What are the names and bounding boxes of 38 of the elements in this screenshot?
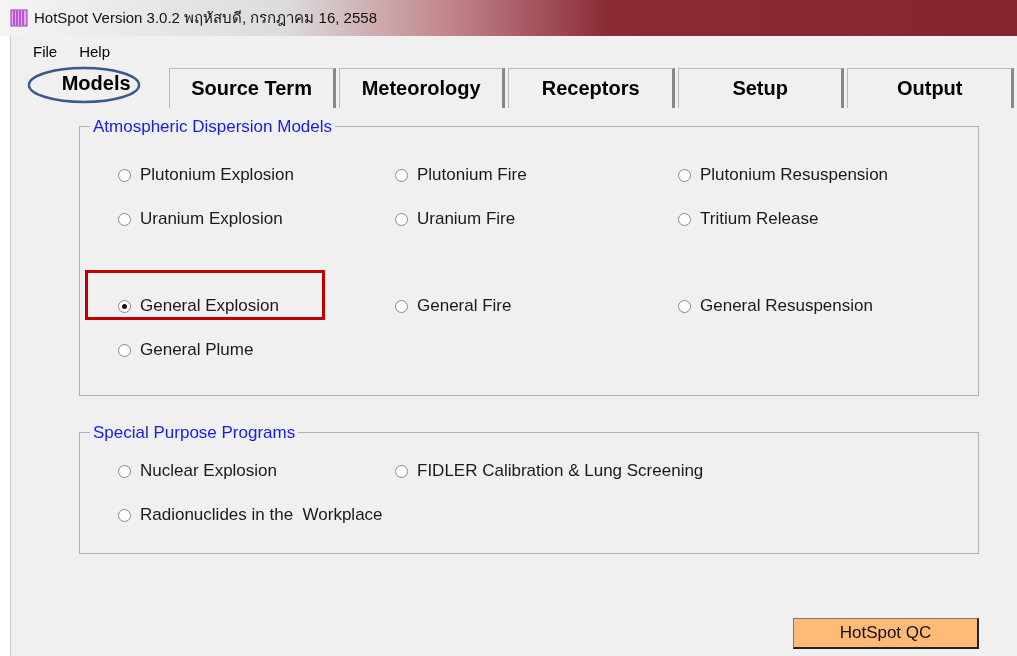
radio-label[interactable]: Plutonium Resuspension xyxy=(700,165,889,185)
radio-button[interactable] xyxy=(118,168,131,182)
radio-label[interactable]: Plutonium Fire xyxy=(417,165,527,185)
radio-label[interactable]: Tritium Release xyxy=(700,209,819,229)
radio-button[interactable] xyxy=(678,299,691,313)
radio-label[interactable]: General Plume xyxy=(140,340,254,360)
window-title: HotSpot Version 3.0.2 พฤหัสบดี, กรกฎาคม 16, 2558 xyxy=(34,8,377,28)
radio-label[interactable]: General Fire xyxy=(417,296,512,316)
radio-label[interactable]: Plutonium Explosion xyxy=(140,165,295,185)
radio-button[interactable] xyxy=(395,464,408,478)
radio-button[interactable] xyxy=(118,343,131,357)
tab[interactable]: Meteorology xyxy=(338,68,506,108)
radio-button[interactable] xyxy=(118,464,131,478)
radio-label[interactable]: Uranium Explosion xyxy=(140,209,283,229)
radio-label[interactable]: General Explosion xyxy=(140,296,279,316)
radio-label[interactable]: Uranium Fire xyxy=(417,209,516,229)
radio-label[interactable]: FIDLER Calibration & Lung Screening xyxy=(417,461,704,481)
radio-label[interactable]: General Resuspension xyxy=(700,296,873,316)
radio-button[interactable] xyxy=(118,212,131,226)
radio-button[interactable] xyxy=(395,299,408,313)
radio-button[interactable] xyxy=(678,168,691,182)
radio-button[interactable] xyxy=(118,508,131,522)
radio-button[interactable] xyxy=(395,168,408,182)
hotspot-qc-button[interactable]: HotSpot QC xyxy=(793,618,979,649)
menu-item[interactable]: File xyxy=(33,43,58,64)
app-icon xyxy=(10,9,28,27)
menu-item[interactable]: Help xyxy=(79,43,111,64)
tab[interactable]: Output xyxy=(847,68,1014,108)
radio-label[interactable]: Nuclear Explosion xyxy=(140,461,277,481)
tab[interactable]: Setup xyxy=(677,68,845,108)
radio-button[interactable] xyxy=(678,212,691,226)
group-title: Atmospheric Dispersion Models xyxy=(90,117,336,137)
radio-button[interactable] xyxy=(118,299,131,313)
radio-button[interactable] xyxy=(395,212,408,226)
tab[interactable]: Receptors xyxy=(508,68,675,108)
tab[interactable]: Source Term xyxy=(169,68,336,108)
group-title: Special Purpose Programs xyxy=(90,423,299,443)
radio-label[interactable]: Radionuclides in the Workplace xyxy=(140,505,383,525)
